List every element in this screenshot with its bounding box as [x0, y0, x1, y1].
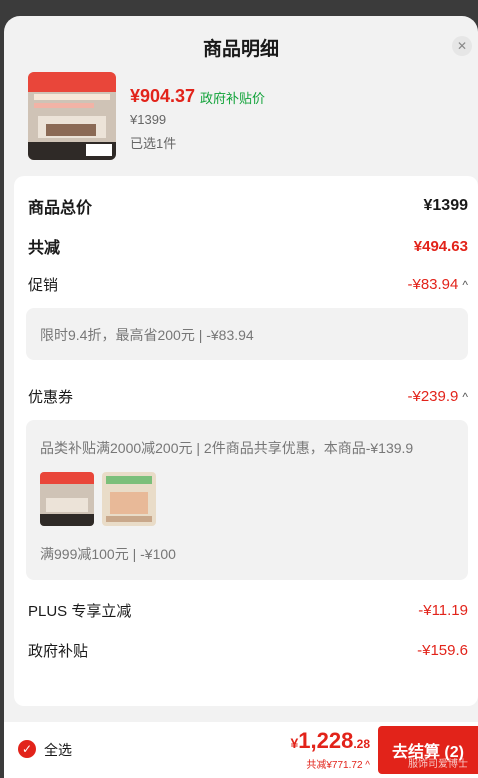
check-icon[interactable]: ✓ [18, 740, 36, 758]
sheet-title: 商品明细 [202, 39, 279, 60]
plus-row: PLUS 专享立减 -¥11.19 [28, 600, 468, 621]
total-dec: .28 [353, 737, 370, 751]
checkout-footer: ✓ 全选 ¥1,228.28 共减¥771.72 ^ 去结算 (2) 服饰司爱博… [4, 722, 478, 778]
discount-row: 共减 ¥494.63 [28, 234, 468, 258]
gov-value: -¥159.6 [417, 642, 468, 659]
total-label: 商品总价 [28, 200, 93, 217]
price-breakdown-card: 商品总价 ¥1399 共减 ¥494.63 促销 -¥83.94 ^ 限时9.4… [14, 176, 478, 706]
discount-label: 共减 [28, 240, 61, 257]
coupon-value: -¥239.9 [407, 388, 459, 405]
plus-label: PLUS 专享立减 [28, 603, 132, 620]
product-price: ¥904.37 [130, 86, 196, 106]
plus-value: -¥11.19 [418, 602, 468, 619]
total-int: 1,228 [298, 728, 354, 753]
coupon-product-thumb-2 [102, 472, 156, 526]
chevron-up-icon: ^ [365, 760, 370, 771]
detail-sheet: 商品明细 ✕ ¥904.37 政府补贴价 ¥1399 已选1件 商品总价 ¥13… [4, 16, 478, 778]
total-value: ¥1399 [423, 197, 469, 214]
saved-amount[interactable]: 共减¥771.72 ^ [306, 756, 370, 771]
original-price: ¥1399 [130, 112, 167, 127]
total-row: 商品总价 ¥1399 [28, 194, 468, 218]
chevron-up-icon[interactable]: ^ [462, 390, 468, 404]
select-all-label[interactable]: 全选 [44, 740, 72, 760]
coupon-row[interactable]: 优惠券 -¥239.9 ^ [28, 386, 468, 407]
gov-label: 政府补贴 [28, 643, 89, 660]
close-icon[interactable]: ✕ [452, 36, 472, 56]
saved-text: 共减¥771.72 [306, 760, 363, 771]
coupon-detail-box: 品类补贴满2000减200元 | 2件商品共享优惠，本商品-¥139.9 满99… [26, 420, 468, 580]
watermark: 服饰司爱博士 [408, 759, 468, 770]
selected-count: 已选1件 [130, 136, 177, 151]
promo-label: 促销 [28, 277, 59, 294]
coupon-product-thumb-1 [40, 472, 94, 526]
gov-row: 政府补贴 -¥159.6 [28, 640, 468, 661]
discount-value: ¥494.63 [413, 237, 468, 255]
footer-total: ¥1,228.28 [290, 728, 370, 754]
gov-subsidy-tag: 政府补贴价 [200, 91, 266, 106]
promo-detail-box: 限时9.4折，最高省200元 | -¥83.94 [26, 308, 468, 360]
product-image [28, 72, 116, 160]
coupon-label: 优惠券 [28, 389, 74, 406]
promo-detail: 限时9.4折，最高省200元 | -¥83.94 [40, 327, 254, 343]
promo-value: -¥83.94 [407, 276, 459, 293]
coupon-detail-2: 满999减100元 | -¥100 [40, 546, 176, 562]
promo-row[interactable]: 促销 -¥83.94 ^ [28, 274, 468, 295]
coupon-detail-1: 品类补贴满2000减200元 | 2件商品共享优惠，本商品-¥139.9 [40, 440, 414, 456]
chevron-up-icon[interactable]: ^ [462, 278, 468, 292]
